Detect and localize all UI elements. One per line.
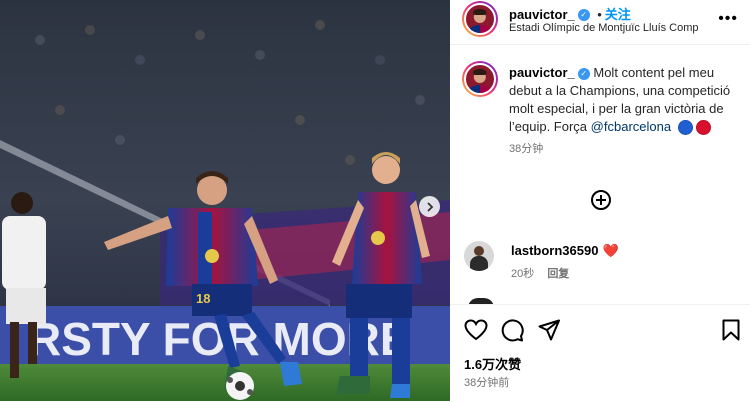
post-header: pauvictor_ ✓ • 关注 Estadi Olímpic de Montju… <box>450 0 750 45</box>
comment-icon <box>501 319 524 342</box>
red-circle-emoji <box>695 120 711 136</box>
caption-avatar[interactable] <box>462 61 498 97</box>
caption-block: pauvictor_ ✓ Molt content pel meu debut a… <box>509 64 737 156</box>
post-time: 38分钟前 <box>464 377 510 389</box>
comment-button[interactable] <box>501 319 524 347</box>
chevron-right-icon <box>426 201 433 212</box>
follow-button[interactable]: 关注 <box>605 7 631 22</box>
save-button[interactable] <box>722 319 740 346</box>
header-username[interactable]: pauvictor_ <box>509 7 575 22</box>
comment-time: 20秒 <box>511 268 535 280</box>
heart-icon <box>464 319 488 341</box>
next-image-button[interactable] <box>419 196 440 217</box>
more-options-icon[interactable]: ••• <box>718 10 738 28</box>
verified-icon: ✓ <box>577 67 590 80</box>
share-icon <box>538 319 560 341</box>
post-footer: 1.6万次赞 38分钟前 <box>450 304 750 402</box>
like-button[interactable] <box>464 319 488 346</box>
verified-icon: ✓ <box>577 8 590 21</box>
caption-username[interactable]: pauvictor_ <box>509 65 575 80</box>
add-circle-icon[interactable] <box>591 190 611 210</box>
comment-username[interactable]: lastborn36590 <box>511 243 598 258</box>
header-avatar[interactable] <box>462 1 498 37</box>
post-image: RSTY FOR MORE 18 <box>0 0 450 401</box>
comment-row: lastborn36590 ❤️ <box>511 242 619 260</box>
bookmark-icon <box>722 319 740 341</box>
share-button[interactable] <box>538 319 560 346</box>
comment-meta: 20秒 回复 <box>511 265 569 281</box>
post-details-panel: pauvictor_ ✓ • 关注 Estadi Olímpic de Montju… <box>450 0 750 402</box>
comment-reply-button[interactable]: 回复 <box>547 268 569 280</box>
caption-time: 38分钟 <box>509 143 544 155</box>
match-photo: RSTY FOR MORE 18 <box>0 0 450 401</box>
blue-circle-emoji <box>677 120 693 136</box>
comment-avatar[interactable] <box>464 241 494 271</box>
likes-count[interactable]: 1.6万次赞 <box>464 354 521 373</box>
football <box>226 372 254 400</box>
location-link[interactable]: Estadi Olímpic de Montjuïc Lluís Comp <box>509 22 699 34</box>
comment-text: ❤️ <box>602 243 620 258</box>
svg-text:18: 18 <box>196 291 210 306</box>
separator-dot: • <box>597 7 602 22</box>
caption-mention[interactable]: @fcbarcelona <box>591 119 671 134</box>
